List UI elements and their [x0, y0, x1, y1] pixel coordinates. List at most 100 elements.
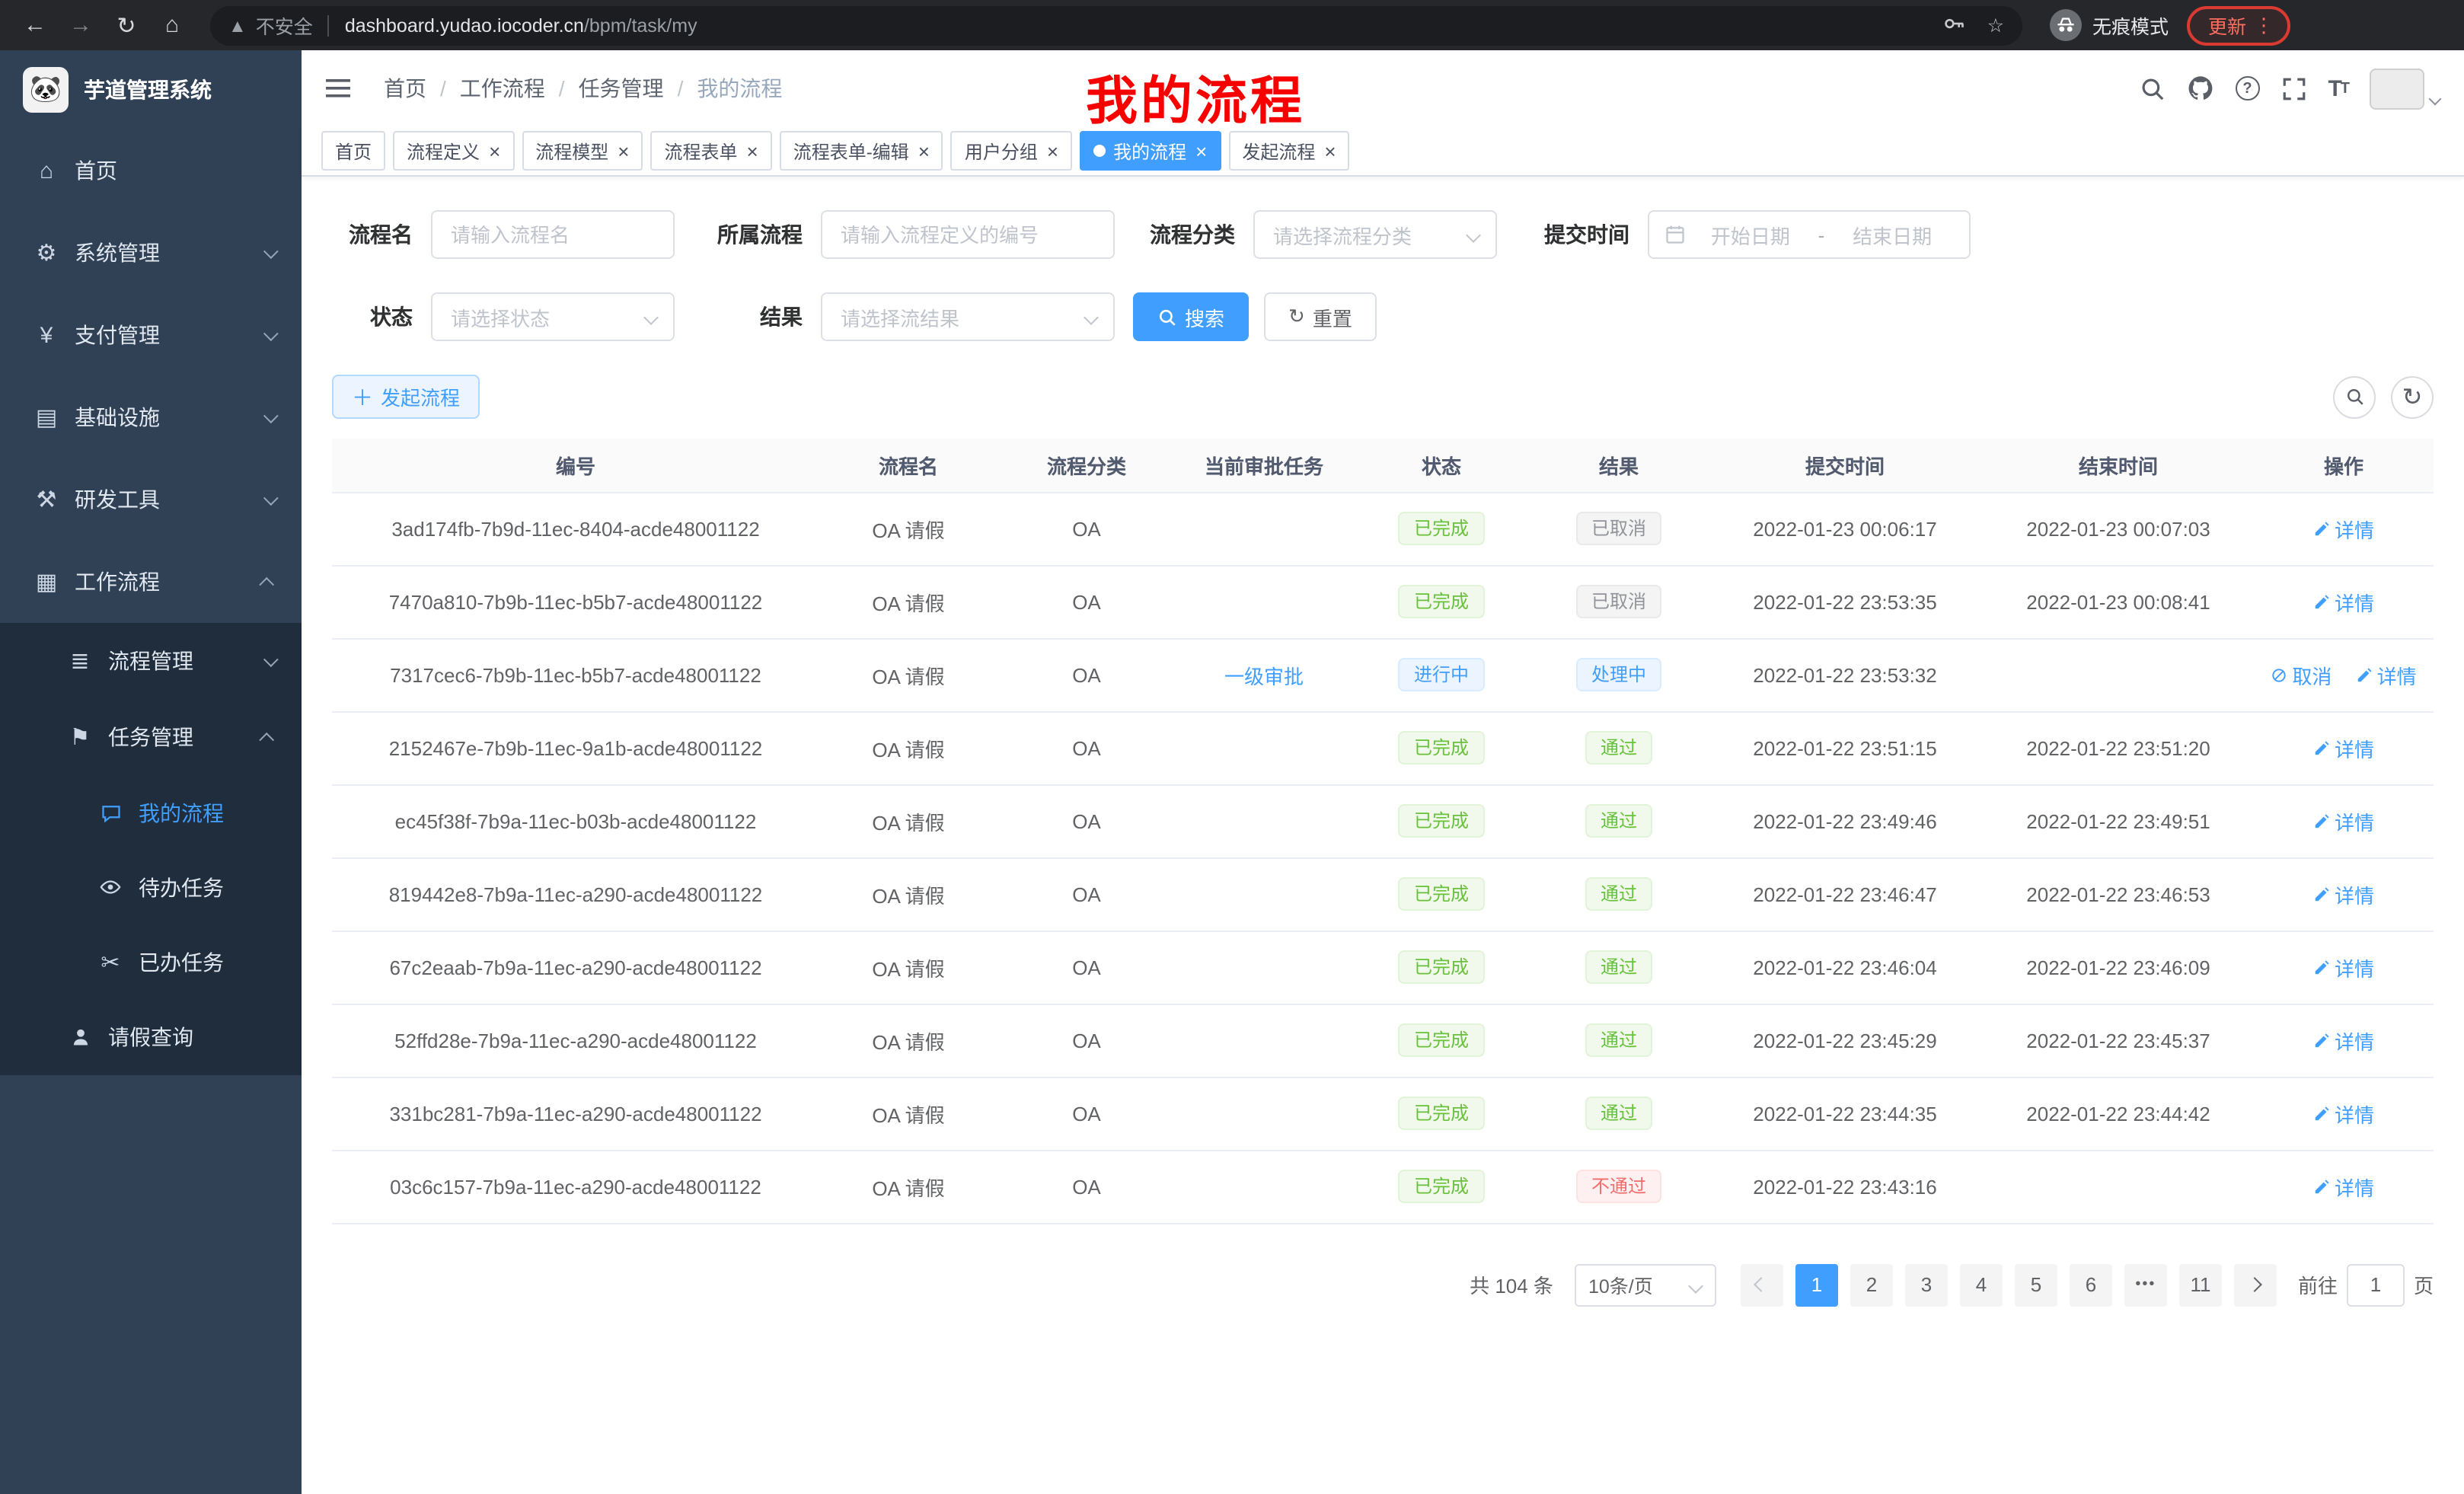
refresh-button[interactable]: ↻	[2391, 375, 2434, 418]
close-icon[interactable]: ×	[618, 141, 629, 161]
tab-start-process[interactable]: 发起流程 ×	[1228, 131, 1349, 171]
avatar[interactable]	[2370, 68, 2424, 109]
sidebar-item-my-process[interactable]: 我的流程	[0, 775, 302, 850]
close-icon[interactable]: ×	[1195, 141, 1207, 161]
tab-home[interactable]: 首页	[321, 131, 385, 171]
detail-link[interactable]: 详情	[2313, 953, 2374, 982]
process-name-input[interactable]	[431, 210, 675, 259]
filter-process-name: 流程名	[332, 210, 675, 259]
page-size-select[interactable]: 10条/页	[1575, 1263, 1716, 1306]
toggle-search-button[interactable]	[2333, 375, 2376, 418]
jump-label: 前往	[2298, 1270, 2338, 1299]
sidebar-item-devtools[interactable]: ⚒ 研发工具	[0, 458, 302, 541]
status-badge: 已完成	[1399, 877, 1484, 911]
close-icon[interactable]: ×	[489, 141, 500, 161]
tags-bar: 首页 流程定义 × 流程模型 × 流程表单 × 流程表单-编辑 ×	[302, 126, 2464, 177]
detail-link[interactable]: 详情	[2313, 879, 2374, 908]
page-button-2[interactable]: 2	[1850, 1263, 1893, 1306]
sidebar-item-home[interactable]: ⌂ 首页	[0, 129, 302, 212]
page-button-4[interactable]: 4	[1960, 1263, 2003, 1306]
user-menu[interactable]	[2370, 68, 2440, 109]
key-icon[interactable]	[1943, 11, 1966, 39]
page-button-3[interactable]: 3	[1905, 1263, 1948, 1306]
close-icon[interactable]: ×	[918, 141, 930, 161]
tab-process-form[interactable]: 流程表单 ×	[650, 131, 771, 171]
category-select[interactable]: 请选择流程分类	[1253, 210, 1497, 259]
start-process-button[interactable]: ＋ 发起流程	[332, 375, 480, 419]
process-id: 819442e8-7b9a-11ec-a290-acde48001122	[389, 883, 763, 905]
detail-link[interactable]: 详情	[2313, 806, 2374, 835]
incognito-badge[interactable]: 无痕模式	[2050, 9, 2169, 41]
detail-link[interactable]: 详情	[2313, 587, 2374, 616]
jump-page-input[interactable]	[2347, 1263, 2405, 1306]
breadcrumb-workflow[interactable]: 工作流程	[460, 73, 545, 104]
scissors-icon: ✂	[97, 948, 123, 975]
end-date-placeholder[interactable]: 结束日期	[1830, 220, 1954, 249]
sidebar-item-payment[interactable]: ¥ 支付管理	[0, 294, 302, 376]
chevron-down-icon	[263, 407, 279, 423]
github-icon[interactable]	[2186, 75, 2213, 102]
fullscreen-icon[interactable]	[2280, 75, 2306, 101]
chevron-right-icon	[2248, 1277, 2263, 1292]
detail-link[interactable]: 详情	[2313, 514, 2374, 543]
tab-process-definition[interactable]: 流程定义 ×	[393, 131, 514, 171]
close-icon[interactable]: ×	[1324, 141, 1336, 161]
flag-icon: ⚑	[67, 723, 93, 751]
chevron-down-icon	[263, 651, 279, 666]
tab-process-form-edit[interactable]: 流程表单-编辑 ×	[780, 131, 943, 171]
incognito-icon	[2050, 9, 2082, 41]
next-page-button[interactable]	[2234, 1263, 2277, 1306]
page-button-11[interactable]: 11	[2179, 1263, 2222, 1306]
kebab-menu-icon[interactable]: ⋮	[2254, 13, 2274, 37]
result-select[interactable]: 请选择流结果	[821, 292, 1115, 341]
filter-category: 流程分类 请选择流程分类	[1133, 210, 1497, 259]
sidebar-item-todo-tasks[interactable]: 待办任务	[0, 850, 302, 924]
bookmark-star-icon[interactable]: ☆	[1987, 14, 2004, 37]
help-icon[interactable]: ?	[2235, 76, 2259, 101]
date-range-picker[interactable]: 开始日期 - 结束日期	[1648, 210, 1971, 259]
back-icon[interactable]: ←	[15, 5, 55, 45]
font-size-icon[interactable]: TT	[2328, 75, 2348, 101]
tab-process-model[interactable]: 流程模型 ×	[522, 131, 643, 171]
col-id: 编号	[332, 439, 819, 492]
hamburger-icon[interactable]	[326, 73, 356, 104]
breadcrumb-task-mgmt[interactable]: 任务管理	[579, 73, 664, 104]
sidebar-item-process-mgmt[interactable]: ≣ 流程管理	[0, 623, 302, 699]
start-date-placeholder[interactable]: 开始日期	[1689, 220, 1812, 249]
sidebar-item-leave-query[interactable]: 请假查询	[0, 999, 302, 1075]
detail-link[interactable]: 详情	[2356, 660, 2417, 689]
reload-icon[interactable]: ↻	[107, 5, 146, 45]
sidebar-item-done-tasks[interactable]: ✂ 已办任务	[0, 924, 302, 999]
status-select[interactable]: 请选择状态	[431, 292, 675, 341]
sidebar-item-system[interactable]: ⚙ 系统管理	[0, 212, 302, 294]
cancel-link[interactable]: 取消	[2271, 660, 2332, 689]
sidebar-item-task-mgmt[interactable]: ⚑ 任务管理	[0, 699, 302, 775]
close-icon[interactable]: ×	[747, 141, 758, 161]
close-icon[interactable]: ×	[1047, 141, 1058, 161]
tab-user-group[interactable]: 用户分组 ×	[951, 131, 1072, 171]
browser-home-icon[interactable]: ⌂	[152, 5, 192, 45]
page-button-6[interactable]: 6	[2070, 1263, 2112, 1306]
page-button-1[interactable]: 1	[1795, 1263, 1838, 1306]
process-category: OA	[1072, 1102, 1101, 1125]
update-button[interactable]: 更新 ⋮	[2187, 5, 2290, 45]
search-icon[interactable]	[2139, 75, 2165, 101]
process-def-input[interactable]	[821, 210, 1115, 259]
sidebar-item-workflow[interactable]: ▦ 工作流程	[0, 541, 302, 623]
page-button-5[interactable]: 5	[2015, 1263, 2057, 1306]
search-button[interactable]: 搜索	[1133, 292, 1249, 341]
forward-icon[interactable]: →	[61, 5, 101, 45]
current-task-link[interactable]: 一级审批	[1224, 665, 1304, 688]
process-id: 67c2eaab-7b9a-11ec-a290-acde48001122	[389, 956, 761, 978]
reset-button[interactable]: ↻ 重置	[1264, 292, 1377, 341]
tab-my-process[interactable]: 我的流程 ×	[1080, 131, 1221, 171]
detail-link[interactable]: 详情	[2313, 1172, 2374, 1201]
address-bar[interactable]: ▲ 不安全 dashboard.yudao.iocoder.cn /bpm/ta…	[210, 5, 2022, 45]
detail-link[interactable]: 详情	[2313, 733, 2374, 762]
more-pages-button[interactable]: •••	[2124, 1263, 2167, 1306]
detail-link[interactable]: 详情	[2313, 1026, 2374, 1055]
breadcrumb-home[interactable]: 首页	[384, 73, 426, 104]
sidebar-item-infrastructure[interactable]: ▤ 基础设施	[0, 376, 302, 458]
prev-page-button[interactable]	[1741, 1263, 1783, 1306]
detail-link[interactable]: 详情	[2313, 1099, 2374, 1128]
